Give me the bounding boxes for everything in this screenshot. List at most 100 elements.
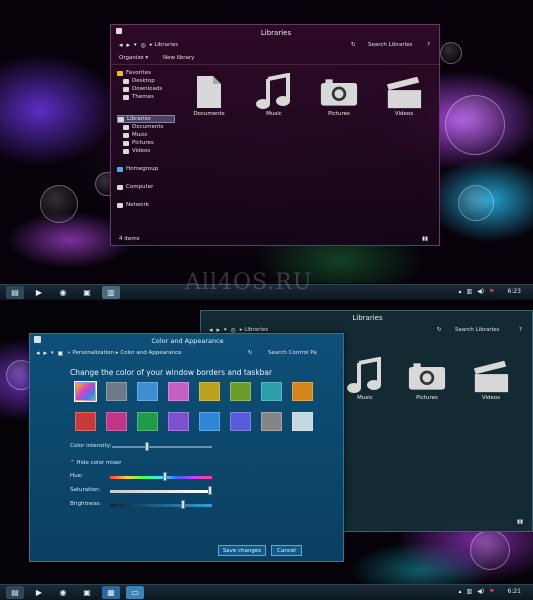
sidebar-item-network[interactable]: Network: [117, 201, 181, 209]
back-icon[interactable]: ◂: [119, 41, 123, 49]
color-swatch[interactable]: [106, 382, 127, 401]
view-toggle-icon[interactable]: ▮▮: [517, 519, 523, 525]
color-swatch[interactable]: [292, 382, 313, 401]
help-button[interactable]: ?: [427, 42, 430, 48]
library-item-videos[interactable]: Videos: [461, 357, 521, 401]
color-swatch[interactable]: [199, 412, 220, 431]
new-library-button[interactable]: New library: [163, 55, 194, 61]
library-item-music[interactable]: Music: [244, 73, 304, 117]
sidebar-item-documents[interactable]: Documents: [117, 123, 181, 131]
color-swatch[interactable]: [261, 412, 282, 431]
color-swatch[interactable]: [261, 382, 282, 401]
sidebar-item-videos[interactable]: Videos: [117, 147, 181, 155]
refresh-icon[interactable]: ↻: [351, 42, 356, 48]
brightness-thumb[interactable]: [181, 500, 185, 509]
library-item-videos[interactable]: Videos: [374, 73, 434, 117]
library-item-music[interactable]: Music: [335, 357, 395, 401]
sidebar-label: Music: [132, 132, 148, 138]
color-swatch[interactable]: [230, 382, 251, 401]
saturation-slider[interactable]: [110, 490, 212, 493]
library-item-pictures[interactable]: Pictures: [309, 73, 369, 117]
hue-slider[interactable]: [110, 476, 212, 479]
nav-row: ◂ ▸ ▾ ◎ ▸ Libraries: [119, 41, 178, 49]
hide-mixer-toggle[interactable]: ⌃ Hide color mixer: [70, 460, 122, 466]
forward-icon[interactable]: ▸: [44, 349, 48, 357]
control-panel-taskbar-icon[interactable]: ▦: [102, 586, 120, 599]
sidebar: Favorites Desktop Downloads Themes Libra…: [117, 69, 181, 209]
flag-icon[interactable]: ⚑: [489, 588, 494, 595]
color-swatch[interactable]: [106, 412, 127, 431]
color-swatch[interactable]: [168, 382, 189, 401]
color-swatch[interactable]: [137, 382, 158, 401]
clock[interactable]: 6:21: [508, 588, 521, 595]
explorer-taskbar-icon[interactable]: ▥: [102, 286, 120, 299]
bokeh-bubble: [445, 95, 505, 155]
refresh-icon[interactable]: ↻: [248, 350, 253, 356]
sidebar-item-desktop[interactable]: Desktop: [117, 77, 181, 85]
network-tray-icon[interactable]: ▥: [466, 588, 472, 595]
display-taskbar-icon[interactable]: ▭: [126, 586, 144, 599]
color-swatch[interactable]: [137, 412, 158, 431]
search-input[interactable]: Search Control Pa: [268, 350, 317, 356]
color-swatch[interactable]: [168, 412, 189, 431]
forward-icon[interactable]: ▸: [127, 41, 131, 49]
saturation-thumb[interactable]: [208, 486, 212, 495]
media-player-icon[interactable]: ▶: [30, 286, 48, 299]
cancel-button[interactable]: Cancel: [271, 545, 302, 556]
breadcrumb[interactable]: » Personalization ▸ Color and Appearance: [67, 350, 181, 356]
sidebar-item-themes[interactable]: Themes: [117, 93, 181, 101]
sidebar-label: Documents: [132, 124, 164, 130]
color-swatch[interactable]: [75, 412, 96, 431]
chevron-down-icon[interactable]: ▾: [134, 42, 137, 48]
help-button[interactable]: ?: [519, 327, 522, 333]
app-icon[interactable]: ▣: [78, 586, 96, 599]
color-swatch-grid: [74, 381, 313, 431]
network-tray-icon[interactable]: ▥: [466, 288, 472, 295]
back-icon[interactable]: ◂: [36, 349, 40, 357]
search-input[interactable]: Search Libraries: [368, 42, 412, 48]
volume-icon[interactable]: ◀): [477, 288, 484, 295]
hue-thumb[interactable]: [163, 472, 167, 481]
sidebar-item-downloads[interactable]: Downloads: [117, 85, 181, 93]
bokeh-bubble: [40, 185, 78, 223]
tray-arrow-icon[interactable]: ▴: [458, 288, 461, 295]
chrome-icon[interactable]: ◉: [54, 286, 72, 299]
library-item-documents[interactable]: Documents: [179, 73, 239, 117]
breadcrumb[interactable]: ▸ Libraries: [150, 42, 178, 48]
library-label: Pictures: [416, 395, 438, 401]
sidebar-item-favorites[interactable]: Favorites: [117, 69, 181, 77]
sidebar-item-pictures[interactable]: Pictures: [117, 139, 181, 147]
tray-arrow-icon[interactable]: ▴: [458, 588, 461, 595]
refresh-icon[interactable]: ↻: [437, 327, 442, 333]
clock[interactable]: 6:23: [508, 288, 521, 295]
sidebar-item-music[interactable]: Music: [117, 131, 181, 139]
color-swatch[interactable]: [230, 412, 251, 431]
color-swatch[interactable]: [292, 412, 313, 431]
watermark-text: All4OS.RU: [185, 270, 313, 295]
app-icon[interactable]: ▣: [78, 286, 96, 299]
view-toggle-icon[interactable]: ▮▮: [422, 236, 428, 242]
flag-icon[interactable]: ⚑: [489, 288, 494, 295]
sidebar-item-homegroup[interactable]: Homegroup: [117, 165, 181, 173]
library-item-pictures[interactable]: Pictures: [397, 357, 457, 401]
media-player-icon[interactable]: ▶: [30, 586, 48, 599]
color-intensity-thumb[interactable]: [145, 442, 149, 451]
save-changes-button[interactable]: Save changes: [218, 545, 266, 556]
hide-mixer-label: Hide color mixer: [76, 460, 122, 466]
sidebar-item-computer[interactable]: Computer: [117, 183, 181, 191]
search-input[interactable]: Search Libraries: [455, 327, 499, 333]
folder-icon: [123, 86, 129, 92]
sidebar-item-libraries[interactable]: Libraries: [117, 115, 175, 123]
volume-icon[interactable]: ◀): [477, 588, 484, 595]
chrome-icon[interactable]: ◉: [54, 586, 72, 599]
breadcrumb-color-appearance[interactable]: Color and Appearance: [120, 350, 181, 356]
organize-button[interactable]: Organize ▾: [119, 55, 148, 61]
brightness-slider[interactable]: [110, 504, 212, 507]
color-intensity-slider[interactable]: [112, 446, 212, 448]
color-swatch[interactable]: [74, 381, 97, 402]
color-swatch[interactable]: [199, 382, 220, 401]
breadcrumb-personalization[interactable]: Personalization: [72, 350, 114, 356]
chevron-down-icon[interactable]: ▾: [51, 350, 54, 356]
start-icon[interactable]: ▤: [6, 286, 24, 299]
start-icon[interactable]: ▤: [6, 586, 24, 599]
